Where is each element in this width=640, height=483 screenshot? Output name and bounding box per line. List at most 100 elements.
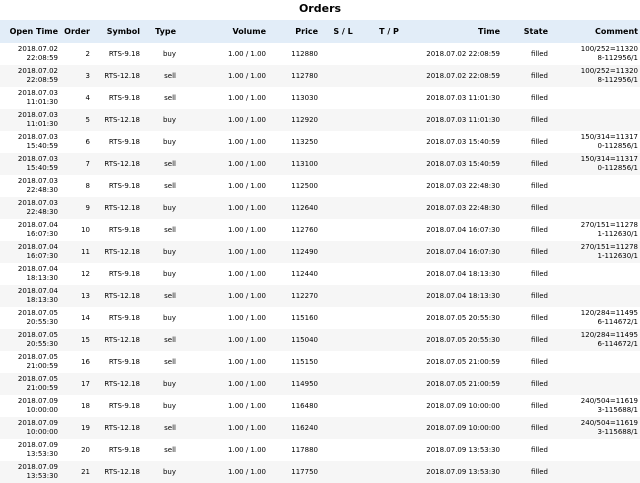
type-cell: buy bbox=[162, 137, 176, 146]
comment-cell bbox=[550, 351, 640, 373]
type-cell: sell bbox=[142, 417, 178, 439]
price-cell: 116480 bbox=[291, 401, 318, 410]
state-cell: filled bbox=[502, 109, 550, 131]
sl-cell bbox=[320, 395, 366, 417]
order-cell: 2 bbox=[85, 49, 90, 58]
table-row[interactable]: 2018.07.05 20:55:30 15 RTS-12.18 sell 1.00 / … bbox=[0, 329, 640, 351]
column-header-type[interactable]: Type bbox=[142, 20, 178, 43]
sl-cell bbox=[320, 219, 366, 241]
volume-cell: 1.00 / 1.00 bbox=[178, 241, 268, 263]
volume-cell: 1.00 / 1.00 bbox=[178, 197, 268, 219]
open-date: 2018.07.05 bbox=[17, 331, 58, 339]
comment-cell: 100/252=113208-112956/1 bbox=[550, 43, 640, 65]
time-cell: 2018.07.03 22:48:30 bbox=[426, 181, 500, 190]
sl-cell bbox=[320, 263, 366, 285]
open-date: 2018.07.05 bbox=[17, 375, 58, 383]
tp-cell bbox=[366, 307, 412, 329]
table-row[interactable]: 2018.07.02 22:08:59 3 RTS-12.18 sell 1.00 / 1… bbox=[0, 65, 640, 87]
volume-cell: 1.00 / 1.00 bbox=[178, 65, 268, 87]
price-cell: 115040 bbox=[268, 329, 320, 351]
open-date: 2018.07.03 bbox=[17, 155, 58, 163]
comment-text: 240/504=116193-115688/1 bbox=[580, 419, 638, 436]
tp-cell bbox=[366, 373, 412, 395]
column-header-state[interactable]: State bbox=[502, 20, 550, 43]
time-cell: 2018.07.03 11:01:30 bbox=[412, 109, 502, 131]
open-date: 2018.07.03 bbox=[17, 177, 58, 185]
type-cell: sell bbox=[164, 225, 176, 234]
symbol-cell: RTS-12.18 bbox=[92, 329, 142, 351]
column-header-time[interactable]: Time bbox=[412, 20, 502, 43]
price-cell: 114950 bbox=[268, 373, 320, 395]
tp-cell bbox=[366, 65, 412, 87]
tp-cell bbox=[366, 153, 412, 175]
open-clock: 16:07:30 bbox=[26, 252, 58, 260]
order-cell: 10 bbox=[81, 225, 90, 234]
table-row[interactable]: 2018.07.04 16:07:30 11 RTS-12.18 buy 1.00 / 1… bbox=[0, 241, 640, 263]
open-clock: 10:00:00 bbox=[26, 428, 58, 436]
comment-cell bbox=[550, 109, 640, 131]
comment-text: 240/504=116193-115688/1 bbox=[580, 397, 638, 414]
table-row[interactable]: 2018.07.03 11:01:30 5 RTS-12.18 buy 1.00 / 1.… bbox=[0, 109, 640, 131]
table-row[interactable]: 2018.07.03 22:48:30 8 RTS-9.18 sell 1.00 / 1.… bbox=[0, 175, 640, 197]
table-row[interactable]: 2018.07.05 20:55:30 14 RTS-9.18 buy 1.00 / 1.… bbox=[0, 307, 640, 329]
state-cell: filled bbox=[502, 417, 550, 439]
order-cell: 14 bbox=[81, 313, 90, 322]
table-row[interactable]: 2018.07.09 10:00:00 19 RTS-12.18 sell 1.00 / … bbox=[0, 417, 640, 439]
table-row[interactable]: 2018.07.05 21:00:59 17 RTS-12.18 buy 1.00 / 1… bbox=[0, 373, 640, 395]
column-header-order[interactable]: Order bbox=[60, 20, 92, 43]
time-cell: 2018.07.03 15:40:59 bbox=[426, 137, 500, 146]
price-cell: 112500 bbox=[291, 181, 318, 190]
price-cell: 116240 bbox=[268, 417, 320, 439]
open-clock: 22:08:59 bbox=[26, 76, 58, 84]
order-cell: 18 bbox=[81, 401, 90, 410]
orders-table-body: 2018.07.02 22:08:59 2 RTS-9.18 buy 1.00 / 1.0… bbox=[0, 43, 640, 483]
price-cell: 112490 bbox=[268, 241, 320, 263]
time-cell: 2018.07.03 15:40:59 bbox=[412, 153, 502, 175]
column-header-price[interactable]: Price bbox=[268, 20, 320, 43]
table-row[interactable]: 2018.07.03 22:48:30 9 RTS-12.18 buy 1.00 / 1.… bbox=[0, 197, 640, 219]
open-clock: 10:00:00 bbox=[26, 406, 58, 414]
order-cell: 3 bbox=[60, 65, 92, 87]
price-cell: 112760 bbox=[291, 225, 318, 234]
table-row[interactable]: 2018.07.05 21:00:59 16 RTS-9.18 sell 1.00 / 1… bbox=[0, 351, 640, 373]
order-cell: 7 bbox=[60, 153, 92, 175]
sl-cell bbox=[320, 439, 366, 461]
type-cell: buy bbox=[162, 313, 176, 322]
type-cell: buy bbox=[162, 49, 176, 58]
table-row[interactable]: 2018.07.09 13:53:30 20 RTS-9.18 sell 1.00 / 1… bbox=[0, 439, 640, 461]
open-clock: 18:13:30 bbox=[26, 274, 58, 282]
order-cell: 5 bbox=[60, 109, 92, 131]
symbol-cell: RTS-12.18 bbox=[92, 285, 142, 307]
comment-cell: 120/284=114956-114672/1 bbox=[550, 307, 640, 329]
column-header-sl[interactable]: S / L bbox=[320, 20, 366, 43]
table-row[interactable]: 2018.07.03 15:40:59 7 RTS-12.18 sell 1.00 / 1… bbox=[0, 153, 640, 175]
comment-cell bbox=[550, 87, 640, 109]
comment-text: 120/284=114956-114672/1 bbox=[580, 309, 638, 326]
table-row[interactable]: 2018.07.09 10:00:00 18 RTS-9.18 buy 1.00 / 1.… bbox=[0, 395, 640, 417]
table-row[interactable]: 2018.07.04 16:07:30 10 RTS-9.18 sell 1.00 / 1… bbox=[0, 219, 640, 241]
open-date: 2018.07.05 bbox=[17, 309, 58, 317]
column-header-volume[interactable]: Volume bbox=[178, 20, 268, 43]
table-row[interactable]: 2018.07.03 11:01:30 4 RTS-9.18 sell 1.00 / 1.… bbox=[0, 87, 640, 109]
open-time-cell: 2018.07.04 18:13:30 bbox=[0, 263, 60, 285]
comment-text: 120/284=114956-114672/1 bbox=[580, 331, 638, 348]
table-row[interactable]: 2018.07.04 18:13:30 13 RTS-12.18 sell 1.00 / … bbox=[0, 285, 640, 307]
table-row[interactable]: 2018.07.03 15:40:59 6 RTS-9.18 buy 1.00 / 1.0… bbox=[0, 131, 640, 153]
price-cell: 112440 bbox=[291, 269, 318, 278]
symbol-cell: RTS-12.18 bbox=[92, 373, 142, 395]
price-cell: 112920 bbox=[268, 109, 320, 131]
column-header-symbol[interactable]: Symbol bbox=[92, 20, 142, 43]
tp-cell bbox=[366, 87, 412, 109]
comment-text: 150/314=113170-112856/1 bbox=[580, 155, 638, 172]
column-header-comment[interactable]: Comment bbox=[550, 20, 640, 43]
column-header-tp[interactable]: T / P bbox=[366, 20, 412, 43]
sl-cell bbox=[320, 109, 366, 131]
state-cell: filled bbox=[530, 181, 548, 190]
table-row[interactable]: 2018.07.02 22:08:59 2 RTS-9.18 buy 1.00 / 1.0… bbox=[0, 43, 640, 65]
symbol-cell: RTS-12.18 bbox=[92, 65, 142, 87]
column-header-open-time[interactable]: Open Time bbox=[0, 20, 60, 43]
volume-cell: 1.00 / 1.00 bbox=[178, 373, 268, 395]
table-row[interactable]: 2018.07.04 18:13:30 12 RTS-9.18 buy 1.00 / 1.… bbox=[0, 263, 640, 285]
comment-cell: 240/504=116193-115688/1 bbox=[550, 417, 640, 439]
order-cell: 17 bbox=[60, 373, 92, 395]
